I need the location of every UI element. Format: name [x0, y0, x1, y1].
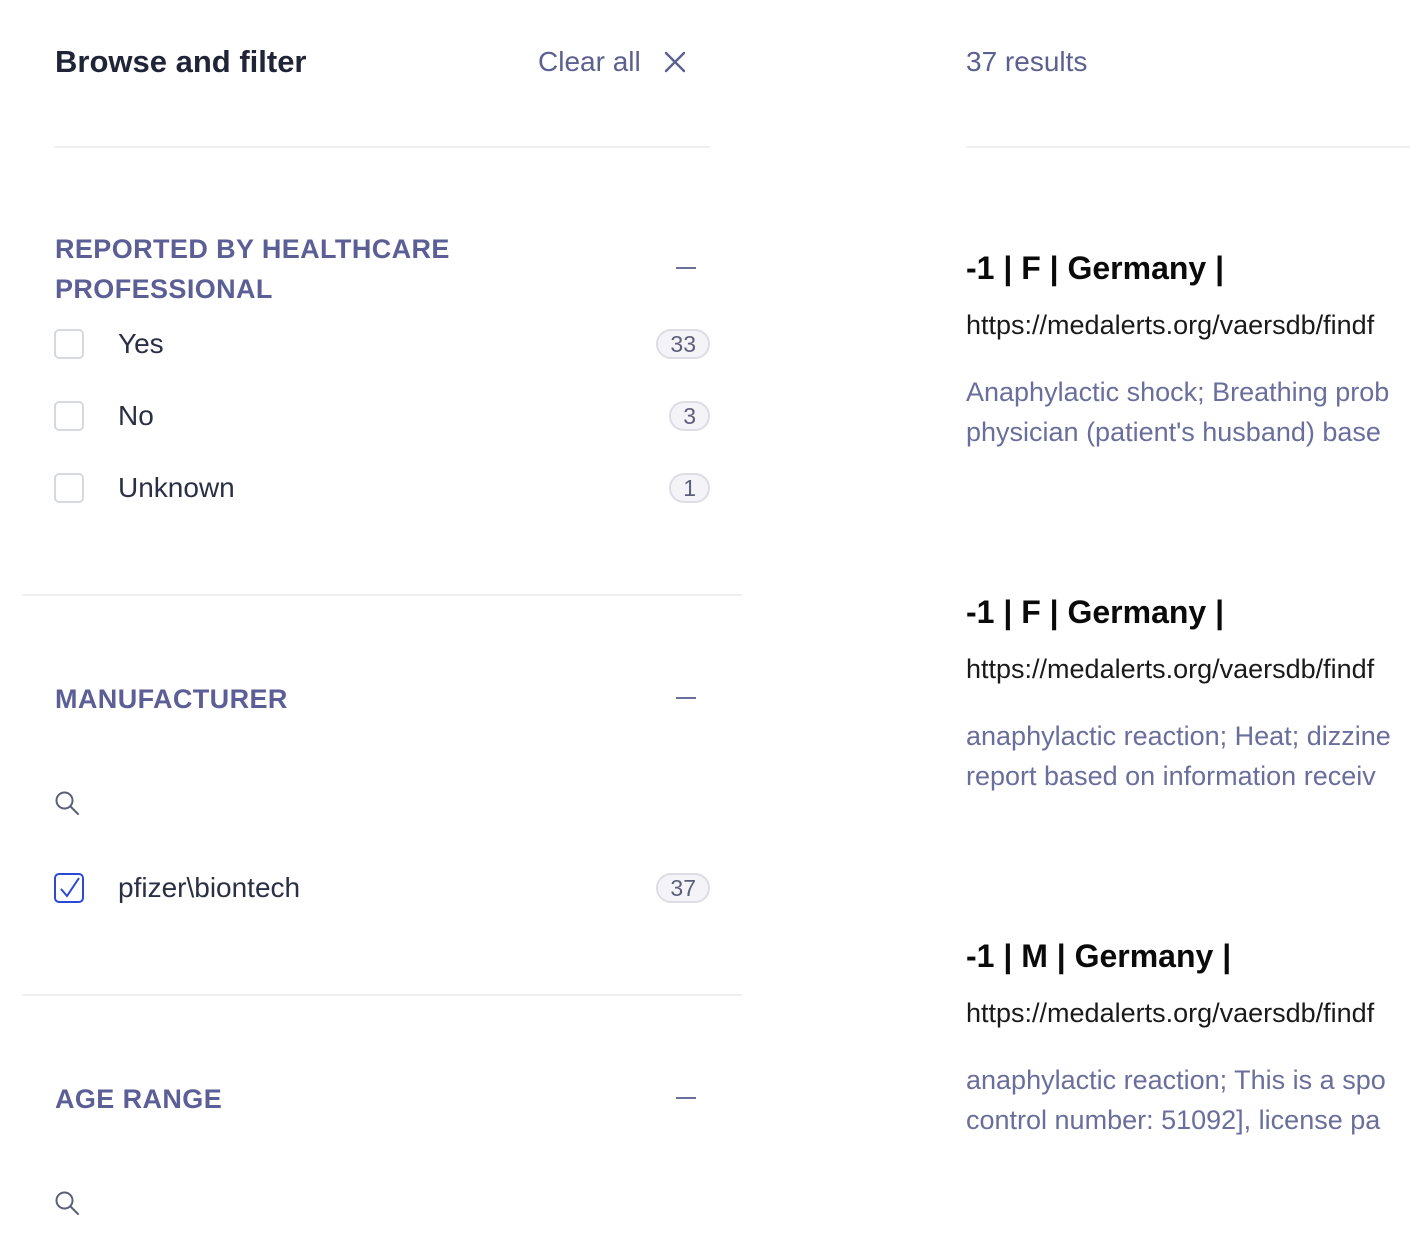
- result-title[interactable]: -1 | F | Germany |: [966, 250, 1224, 287]
- option-label: pfizer\biontech: [118, 872, 301, 903]
- count-badge: 37: [656, 873, 710, 903]
- result-snippet: Anaphylactic shock; Breathing prob physi…: [966, 372, 1389, 452]
- results-count: 37 results: [966, 46, 1088, 77]
- clear-all-label: Clear all: [538, 46, 641, 77]
- result-snippet: anaphylactic reaction; Heat; dizzine rep…: [966, 716, 1391, 796]
- snippet-line: physician (patient's husband) base: [966, 417, 1381, 447]
- option-label: Yes: [118, 328, 164, 359]
- count-badge: 1: [669, 473, 710, 503]
- sidebar-title: Browse and filter: [55, 44, 307, 79]
- minus-icon: [676, 697, 696, 699]
- result-url[interactable]: https://medalerts.org/vaersdb/findf: [966, 998, 1374, 1029]
- collapse-button[interactable]: [674, 256, 698, 280]
- option-label: No: [118, 400, 154, 431]
- collapse-button[interactable]: [674, 686, 698, 710]
- check-icon: [60, 877, 80, 898]
- snippet-line: anaphylactic reaction; Heat; dizzine: [966, 721, 1391, 751]
- group-title-line: PROFESSIONAL: [55, 274, 273, 304]
- count-badge: 3: [669, 401, 710, 431]
- result-snippet: anaphylactic reaction; This is a spo con…: [966, 1060, 1386, 1140]
- clear-all-button[interactable]: Clear all: [538, 46, 687, 78]
- group-title: MANUFACTURER: [55, 684, 288, 714]
- filter-option-no[interactable]: No 3: [54, 400, 710, 435]
- filter-option-yes[interactable]: Yes 33: [54, 328, 710, 363]
- filter-sidebar: Browse and filter Clear all REPORTED BY …: [0, 0, 742, 1250]
- result-url[interactable]: https://medalerts.org/vaersdb/findf: [966, 310, 1374, 341]
- snippet-line: report based on information receiv: [966, 761, 1376, 791]
- result-title[interactable]: -1 | M | Germany |: [966, 938, 1231, 975]
- result-url[interactable]: https://medalerts.org/vaersdb/findf: [966, 654, 1374, 685]
- divider: [22, 994, 742, 996]
- filter-option-pfizer-biontech[interactable]: pfizer\biontech 37: [54, 872, 710, 907]
- minus-icon: [676, 267, 696, 269]
- collapse-button[interactable]: [674, 1086, 698, 1110]
- group-title: REPORTED BY HEALTHCARE PROFESSIONAL: [55, 229, 450, 309]
- search-icon[interactable]: [54, 1190, 80, 1216]
- group-title-line: REPORTED BY HEALTHCARE: [55, 234, 450, 264]
- divider: [54, 146, 710, 148]
- checkbox[interactable]: [54, 473, 84, 503]
- result-title[interactable]: -1 | F | Germany |: [966, 594, 1224, 631]
- filter-option-unknown[interactable]: Unknown 1: [54, 472, 710, 507]
- snippet-line: anaphylactic reaction; This is a spo: [966, 1065, 1386, 1095]
- close-icon: [663, 50, 687, 74]
- minus-icon: [676, 1097, 696, 1099]
- snippet-line: Anaphylactic shock; Breathing prob: [966, 377, 1390, 407]
- page: Browse and filter Clear all REPORTED BY …: [0, 0, 1410, 1250]
- checkbox-checked[interactable]: [54, 873, 84, 903]
- checkbox[interactable]: [54, 329, 84, 359]
- count-badge: 33: [656, 329, 710, 359]
- group-title: AGE RANGE: [55, 1084, 223, 1114]
- results-panel: 37 results -1 | F | Germany | https://me…: [966, 0, 1410, 1250]
- snippet-line: control number: 51092], license pa: [966, 1105, 1381, 1135]
- divider: [22, 594, 742, 596]
- checkbox[interactable]: [54, 401, 84, 431]
- divider: [966, 146, 1410, 148]
- option-label: Unknown: [118, 472, 235, 503]
- search-icon[interactable]: [54, 790, 80, 816]
